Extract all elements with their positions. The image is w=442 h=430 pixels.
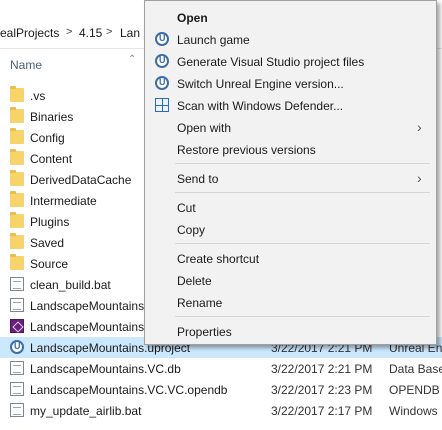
folder-icon (10, 170, 24, 186)
file-date: 3/22/2017 2:17 PM (271, 404, 373, 418)
menu-item-label: Rename (177, 296, 223, 310)
context-menu: Open Launch game Generate Visual Studio … (144, 0, 437, 345)
menu-item-scan-defender[interactable]: Scan with Windows Defender... (145, 95, 436, 117)
menu-item-rename[interactable]: Rename (145, 292, 436, 314)
file-name: Config (30, 131, 65, 145)
menu-item-launch-game[interactable]: Launch game (145, 29, 436, 51)
folder-icon (10, 128, 24, 144)
file-name: LandscapeMountains (30, 320, 145, 334)
menu-item-switch-version[interactable]: Switch Unreal Engine version... (145, 73, 436, 95)
folder-icon (10, 107, 24, 123)
file-name: Saved (30, 236, 65, 250)
unreal-engine-icon (155, 76, 169, 90)
visual-studio-icon (10, 319, 24, 333)
menu-item-copy[interactable]: Copy (145, 219, 436, 241)
menu-item-label: Properties (177, 325, 232, 339)
menu-item-label: Scan with Windows Defender... (177, 99, 344, 113)
file-name: Intermediate (30, 194, 97, 208)
submenu-arrow-icon: › (417, 119, 422, 135)
folder-icon (10, 233, 24, 249)
file-name: .vs (30, 89, 46, 103)
menu-item-restore-versions[interactable]: Restore previous versions (145, 139, 436, 161)
list-item[interactable]: LandscapeMountains.VC.db 3/22/2017 2:21 … (0, 358, 442, 379)
list-item[interactable]: LandscapeMountains.VC.VC.opendb 3/22/201… (0, 379, 442, 400)
folder-icon (10, 254, 24, 270)
batch-file-icon (10, 403, 24, 417)
file-type: Data Base (389, 362, 442, 376)
menu-item-generate-vs-files[interactable]: Generate Visual Studio project files (145, 51, 436, 73)
breadcrumb-landscape[interactable]: Lan (120, 26, 140, 40)
file-type: OPENDB F (389, 383, 442, 397)
batch-file-icon (10, 277, 24, 291)
file-name: LandscapeMountains.VC.VC.opendb (30, 383, 228, 397)
menu-item-delete[interactable]: Delete (145, 270, 436, 292)
file-name: LandscapeMountains.VC.db (30, 362, 181, 376)
menu-item-label: Switch Unreal Engine version... (177, 77, 344, 91)
file-name: Binaries (30, 110, 74, 124)
menu-separator (175, 243, 430, 244)
menu-item-create-shortcut[interactable]: Create shortcut (145, 248, 436, 270)
menu-item-properties[interactable]: Properties (145, 321, 436, 343)
breadcrumb-unrealprojects[interactable]: ealProjects (0, 26, 59, 40)
menu-item-send-to[interactable]: Send to › (145, 168, 436, 190)
column-name-header[interactable]: Name (10, 58, 42, 72)
breadcrumb-chevron-icon[interactable]: > (66, 26, 72, 38)
windows-defender-icon (155, 98, 169, 112)
menu-item-label: Copy (177, 223, 206, 237)
menu-item-label: Open (177, 11, 208, 25)
menu-separator (175, 316, 430, 317)
menu-item-label: Open with (177, 121, 232, 135)
menu-item-label: Cut (177, 201, 196, 215)
file-type: Windows (389, 404, 438, 418)
menu-item-label: Delete (177, 274, 212, 288)
file-name: Plugins (30, 215, 70, 229)
menu-separator (175, 192, 430, 193)
breadcrumb-chevron-icon[interactable]: > (106, 26, 112, 38)
file-date: 3/22/2017 2:23 PM (271, 383, 373, 397)
file-name: clean_build.bat (30, 278, 111, 292)
file-name: DerivedDataCache (30, 173, 132, 187)
sort-ascending-icon: ⌃ (128, 54, 137, 65)
file-name: my_update_airlib.bat (30, 404, 142, 418)
menu-item-label: Create shortcut (177, 252, 260, 266)
unreal-engine-icon (155, 54, 169, 68)
menu-item-label: Restore previous versions (177, 143, 316, 157)
file-date: 3/22/2017 2:21 PM (271, 362, 373, 376)
file-name: Source (30, 257, 69, 271)
breadcrumb-4-15[interactable]: 4.15 (79, 26, 102, 40)
folder-icon (10, 191, 24, 207)
folder-icon (10, 149, 24, 165)
folder-icon (10, 86, 24, 102)
menu-item-label: Send to (177, 172, 219, 186)
submenu-arrow-icon: › (417, 170, 422, 186)
file-icon (10, 382, 24, 396)
list-item[interactable]: my_update_airlib.bat 3/22/2017 2:17 PM W… (0, 400, 442, 421)
unreal-engine-icon (155, 32, 169, 46)
menu-item-open[interactable]: Open (145, 7, 436, 29)
document-icon (10, 298, 24, 312)
menu-item-open-with[interactable]: Open with › (145, 117, 436, 139)
database-file-icon (10, 361, 24, 375)
folder-icon (10, 212, 24, 228)
menu-separator (175, 163, 430, 164)
menu-item-label: Generate Visual Studio project files (177, 55, 365, 69)
file-name: Content (30, 152, 73, 166)
menu-item-cut[interactable]: Cut (145, 197, 436, 219)
file-name: LandscapeMountains (30, 299, 145, 313)
unreal-engine-icon (10, 340, 24, 354)
menu-item-label: Launch game (177, 33, 250, 47)
